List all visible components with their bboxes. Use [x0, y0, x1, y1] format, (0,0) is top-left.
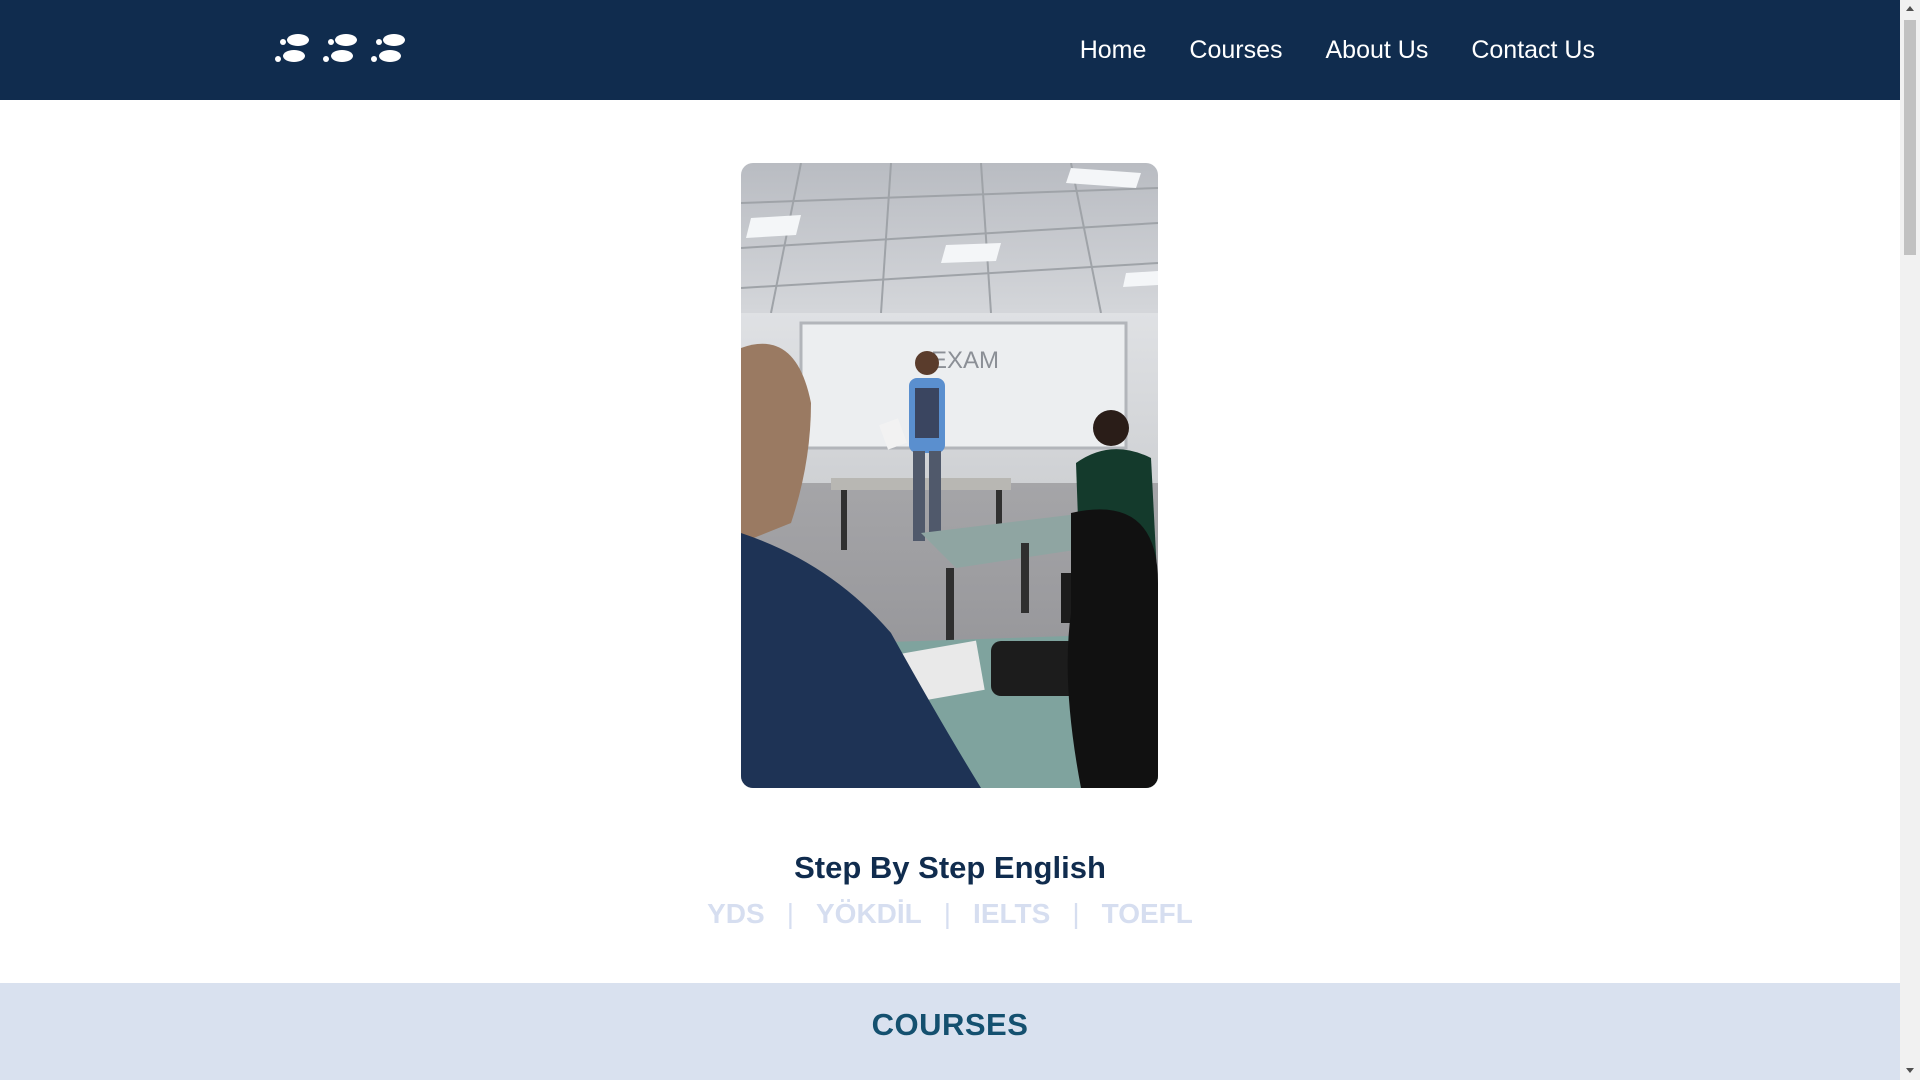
navbar: Home Courses About Us Contact Us	[0, 0, 1900, 100]
hero-title: Step By Step English	[794, 850, 1106, 885]
exam-separator: |	[943, 898, 952, 929]
page: Home Courses About Us Contact Us EXAM St…	[0, 0, 1900, 1080]
nav-about-us[interactable]: About Us	[1325, 36, 1428, 65]
nav-courses[interactable]: Courses	[1189, 36, 1282, 65]
classroom-photo: EXAM	[741, 163, 1158, 788]
scrollbar-thumb[interactable]	[1904, 20, 1916, 255]
nav-contact-us[interactable]: Contact Us	[1471, 36, 1595, 65]
exam-yokdil: YÖKDİL	[815, 898, 922, 929]
exam-toefl: TOEFL	[1101, 898, 1193, 929]
exam-ielts: IELTS	[973, 898, 1051, 929]
exam-list: YDS | YÖKDİL | IELTS | TOEFL	[0, 898, 1900, 930]
footsteps-icon[interactable]	[270, 30, 410, 70]
arrow-down-icon	[1906, 1068, 1914, 1073]
main-nav: Home Courses About Us Contact Us	[1080, 0, 1595, 100]
nav-home[interactable]: Home	[1080, 36, 1147, 65]
vertical-scrollbar[interactable]	[1900, 0, 1920, 1080]
svg-text:EXAM: EXAM	[931, 347, 999, 374]
exam-separator: |	[1072, 898, 1080, 929]
exam-separator: |	[786, 898, 794, 929]
arrow-up-icon	[1906, 6, 1914, 11]
scroll-up-button[interactable]	[1900, 0, 1920, 18]
exam-yds: YDS	[707, 898, 765, 929]
courses-heading: COURSES	[871, 1007, 1029, 1042]
scroll-down-button[interactable]	[1900, 1062, 1920, 1080]
